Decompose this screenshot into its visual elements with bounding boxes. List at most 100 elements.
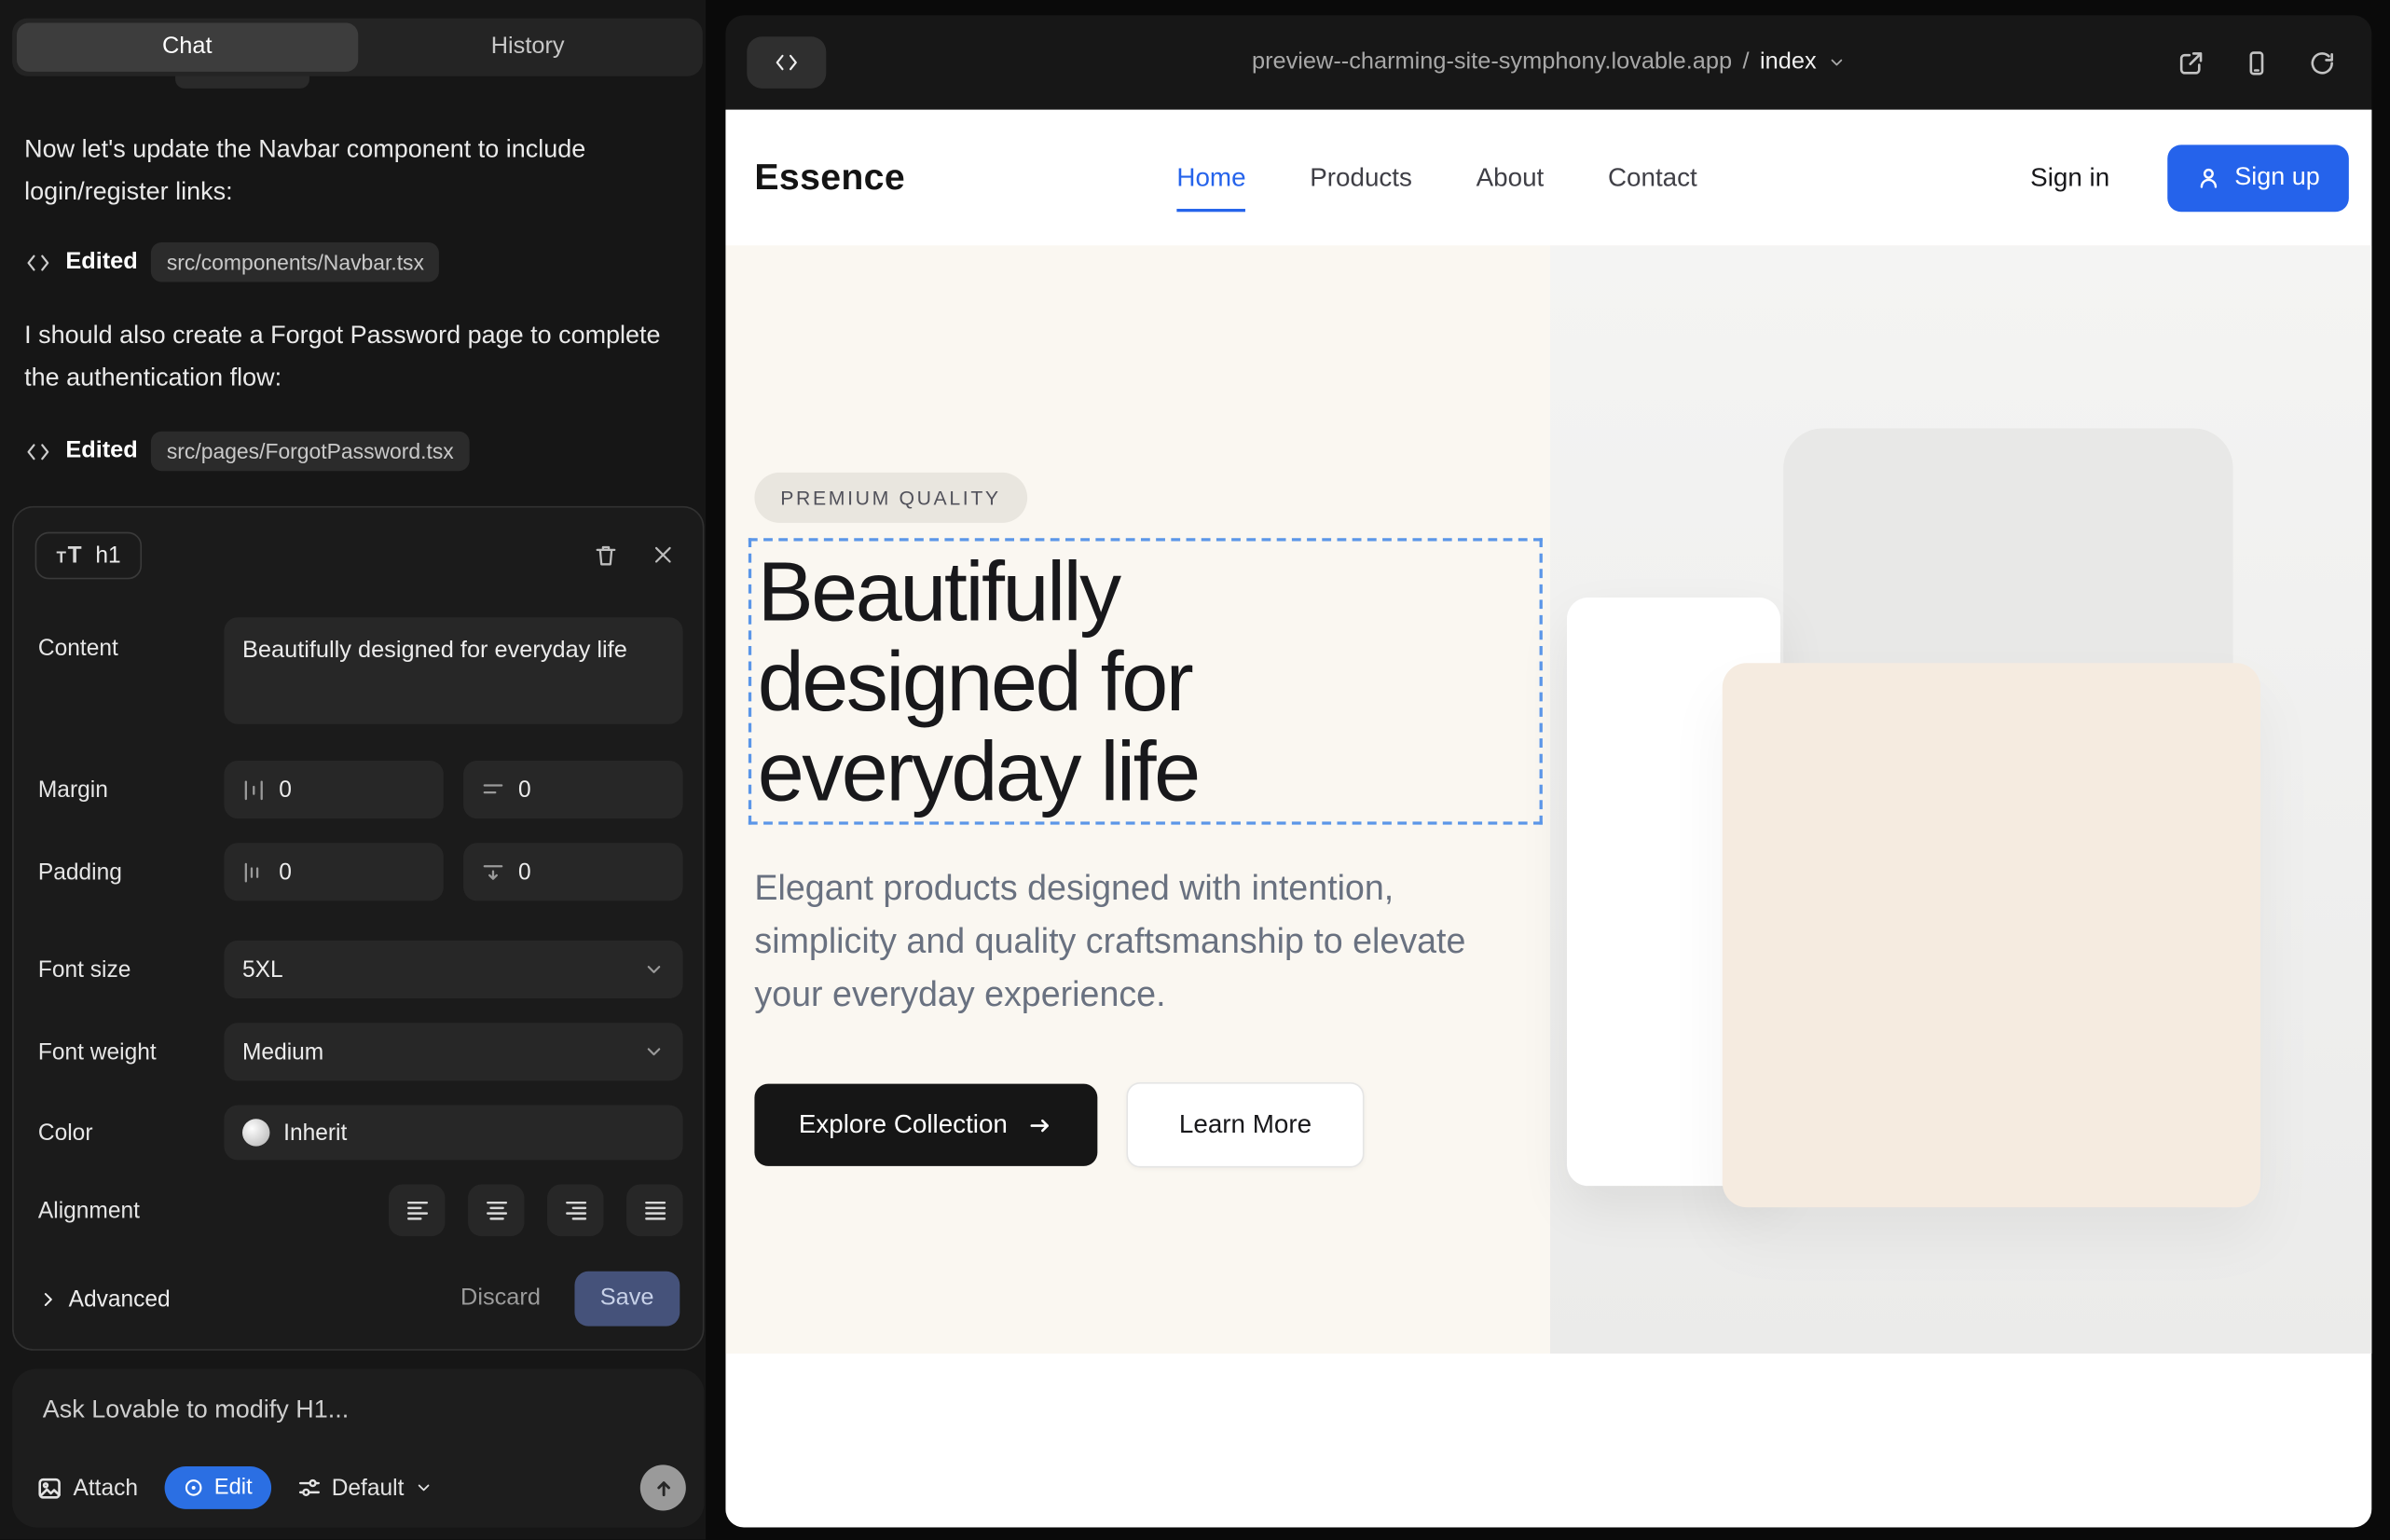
edited-label: Edited (65, 437, 137, 464)
padding-y-value: 0 (518, 859, 531, 885)
url-separator: / (1743, 48, 1750, 76)
attach-button[interactable]: Attach (36, 1475, 138, 1501)
tab-chat[interactable]: Chat (17, 23, 357, 72)
default-label: Default (332, 1475, 405, 1501)
image-attach-icon (36, 1475, 62, 1501)
url-page: index (1760, 48, 1817, 76)
mobile-view-button[interactable] (2244, 49, 2270, 76)
edited-label: Edited (65, 249, 137, 276)
edited-file-row: Edited src/pages/ForgotPassword.tsx (24, 432, 469, 472)
code-icon (24, 251, 51, 274)
refresh-icon (2309, 49, 2335, 76)
chevron-down-icon (415, 1478, 433, 1497)
nav-link-products[interactable]: Products (1310, 162, 1412, 193)
align-justify-button[interactable] (626, 1185, 683, 1237)
edit-label: Edit (214, 1476, 253, 1500)
font-weight-label: Font weight (38, 1038, 224, 1065)
cta-primary-label: Explore Collection (799, 1109, 1008, 1140)
trash-icon (592, 542, 618, 568)
nav-link-contact[interactable]: Contact (1608, 162, 1697, 193)
delete-element-button[interactable] (581, 530, 629, 579)
url-host: preview--charming-site-symphony.lovable.… (1252, 48, 1732, 76)
margin-y-input[interactable]: 0 (463, 761, 682, 818)
color-select[interactable]: Inherit (224, 1106, 682, 1161)
attach-label: Attach (73, 1475, 138, 1501)
site-brand[interactable]: Essence (754, 157, 905, 199)
site-preview: Essence Home Products About Contact Sign… (725, 110, 2371, 1528)
chevron-down-icon (643, 959, 665, 981)
align-justify-icon (642, 1198, 666, 1222)
font-weight-select[interactable]: Medium (224, 1023, 682, 1080)
nav-link-about[interactable]: About (1477, 162, 1545, 193)
align-right-button[interactable] (547, 1185, 604, 1237)
align-left-button[interactable] (389, 1185, 446, 1237)
site-nav-links: Home Products About Contact (1176, 162, 1696, 193)
chevron-right-icon (38, 1289, 58, 1309)
editor-footer: Advanced Discard Save (38, 1272, 680, 1327)
code-icon (24, 440, 51, 463)
smartphone-icon (2244, 49, 2270, 76)
edit-target-icon (182, 1478, 203, 1499)
text-size-icon: TT (57, 543, 82, 567)
composer-input[interactable] (43, 1396, 674, 1425)
advanced-toggle[interactable]: Advanced (38, 1286, 171, 1312)
preview-url[interactable]: preview--charming-site-symphony.lovable.… (725, 15, 2371, 109)
refresh-button[interactable] (2309, 49, 2335, 76)
tab-history[interactable]: History (357, 23, 697, 72)
assistant-message: Now let's update the Navbar component to… (24, 128, 680, 214)
preview-topbar: preview--charming-site-symphony.lovable.… (725, 15, 2371, 109)
composer-toolbar: Attach Edit Default (36, 1464, 686, 1510)
nav-link-home[interactable]: Home (1176, 162, 1245, 193)
font-size-select[interactable]: 5XL (224, 941, 682, 998)
font-weight-row: Font weight Medium (38, 1023, 683, 1080)
margin-horizontal-icon (242, 778, 266, 802)
save-button[interactable]: Save (574, 1272, 680, 1327)
hero-cta-group: Explore Collection Learn More (754, 1082, 1364, 1168)
align-center-icon (484, 1198, 508, 1222)
chevron-down-icon (1827, 53, 1846, 72)
topbar-actions (2178, 15, 2335, 109)
margin-y-value: 0 (518, 777, 531, 803)
color-swatch-icon (242, 1119, 269, 1146)
edit-mode-button[interactable]: Edit (164, 1466, 270, 1509)
learn-more-button[interactable]: Learn More (1126, 1082, 1364, 1168)
send-button[interactable] (640, 1464, 686, 1510)
open-external-button[interactable] (2178, 49, 2205, 76)
panel-tabs: Chat History (12, 19, 703, 76)
alignment-row: Alignment (38, 1185, 683, 1237)
file-chip[interactable]: src/components/Navbar.tsx (151, 242, 439, 282)
arrow-right-icon (1027, 1114, 1053, 1137)
padding-horizontal-icon (242, 860, 266, 884)
margin-vertical-icon (482, 778, 505, 802)
close-icon (651, 543, 675, 567)
preview-panel: preview--charming-site-symphony.lovable.… (725, 15, 2371, 1527)
padding-y-input[interactable]: 0 (463, 843, 682, 901)
hero-headline[interactable]: Beautifully designed for everyday life (758, 547, 1413, 818)
arrow-up-icon (652, 1477, 675, 1500)
close-editor-button[interactable] (639, 530, 687, 579)
site-nav-actions: Sign in Sign up (2030, 144, 2349, 212)
sign-up-button[interactable]: Sign up (2167, 144, 2349, 212)
font-size-row: Font size 5XL (38, 941, 683, 998)
explore-collection-button[interactable]: Explore Collection (754, 1084, 1097, 1166)
padding-row: Padding 0 0 (38, 843, 683, 901)
margin-x-input[interactable]: 0 (224, 761, 443, 818)
sign-in-link[interactable]: Sign in (2030, 162, 2109, 193)
chat-composer: Attach Edit Default (12, 1368, 704, 1527)
model-default-button[interactable]: Default (296, 1475, 433, 1501)
element-tag-button[interactable]: TT h1 (35, 531, 143, 579)
content-input[interactable]: Beautifully designed for everyday life (224, 617, 682, 723)
app-window: Chat History Now let's update the Navbar… (0, 0, 2390, 1540)
decorative-card-cream (1723, 663, 2260, 1207)
padding-x-input[interactable]: 0 (224, 843, 443, 901)
selected-element-outline[interactable]: Beautifully designed for everyday life (749, 538, 1543, 824)
hero-description: Elegant products designed with intention… (754, 861, 1510, 1021)
alignment-label: Alignment (38, 1197, 224, 1223)
discard-button[interactable]: Discard (460, 1285, 541, 1312)
content-row: Content Beautifully designed for everyda… (38, 617, 683, 723)
editor-header: TT h1 (35, 528, 688, 583)
file-chip[interactable]: src/pages/ForgotPassword.tsx (151, 432, 469, 472)
font-weight-value: Medium (242, 1038, 323, 1065)
color-row: Color Inherit (38, 1106, 683, 1161)
align-center-button[interactable] (468, 1185, 525, 1237)
